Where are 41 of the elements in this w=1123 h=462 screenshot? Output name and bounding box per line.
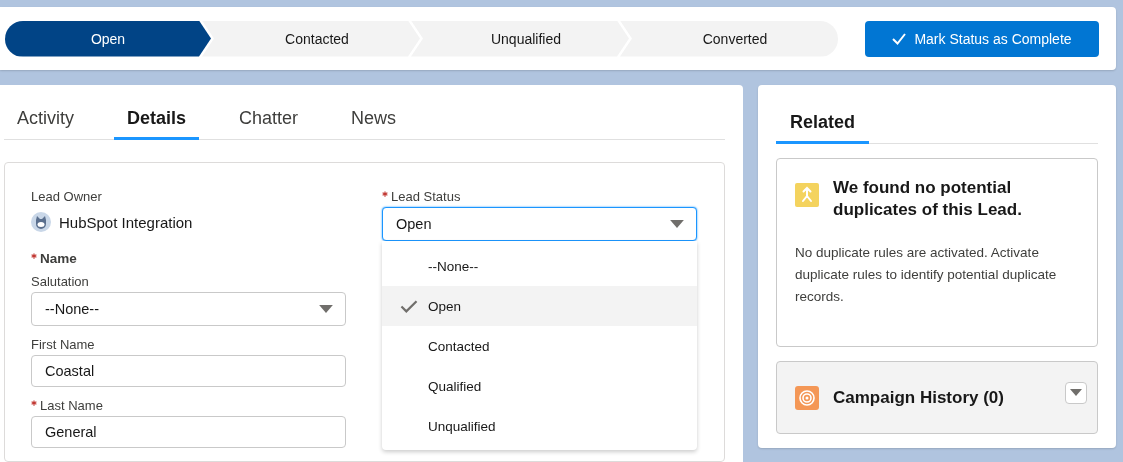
owner-link[interactable]: HubSpot Integration <box>59 213 193 231</box>
required-asterisk-icon <box>31 399 37 406</box>
merge-icon <box>795 183 819 207</box>
tab[interactable]: News <box>338 101 410 140</box>
status-select[interactable]: Open <box>382 207 697 241</box>
tab[interactable]: Related <box>776 105 870 144</box>
campaign-history-title[interactable]: Campaign History (0) <box>833 387 1051 408</box>
path-step[interactable]: Open <box>5 20 211 57</box>
caret-icon <box>319 305 333 313</box>
tab[interactable]: Details <box>114 101 200 140</box>
path-step[interactable]: Unqualified <box>411 20 629 57</box>
caret-icon <box>670 220 684 228</box>
mark-status-complete-button[interactable]: Mark Status as Complete <box>865 20 1099 57</box>
field-label: Salutation <box>31 273 89 289</box>
section-label: Name <box>40 250 77 266</box>
field-label: Lead Owner <box>31 188 102 204</box>
salutation-select[interactable]: --None-- <box>31 292 346 326</box>
tab[interactable]: Activity <box>4 101 87 140</box>
dropdown-option[interactable]: Qualified <box>382 366 697 406</box>
dropdown-option[interactable]: Unqualified <box>382 406 697 446</box>
dropdown-option[interactable]: --None-- <box>382 246 697 286</box>
caret-icon <box>1070 389 1082 397</box>
field-label: Last Name <box>40 397 103 413</box>
field-label: First Name <box>31 336 95 352</box>
required-asterisk-icon <box>382 190 388 197</box>
dropdown-option[interactable]: Open <box>382 286 697 326</box>
tab[interactable]: Chatter <box>226 101 312 140</box>
check-icon <box>400 299 418 313</box>
text-input[interactable]: Coastal <box>31 355 346 387</box>
field-label: Lead Status <box>391 188 461 204</box>
path-step[interactable]: Converted <box>620 20 838 57</box>
path-step[interactable]: Contacted <box>202 20 420 57</box>
text-input[interactable]: General <box>31 416 346 448</box>
check-icon <box>892 32 907 45</box>
avatar-icon <box>31 212 51 232</box>
dropdown-option[interactable]: Contacted <box>382 326 697 366</box>
duplicates-title: We found no potential duplicates of this Lead. <box>833 177 1023 221</box>
required-asterisk-icon <box>31 252 37 259</box>
target-icon <box>795 385 819 410</box>
dropdown-button[interactable] <box>1065 382 1087 404</box>
duplicates-message: No duplicate rules are activated. Activate duplicate rules to identify potential duplicate records. <box>795 244 1058 306</box>
